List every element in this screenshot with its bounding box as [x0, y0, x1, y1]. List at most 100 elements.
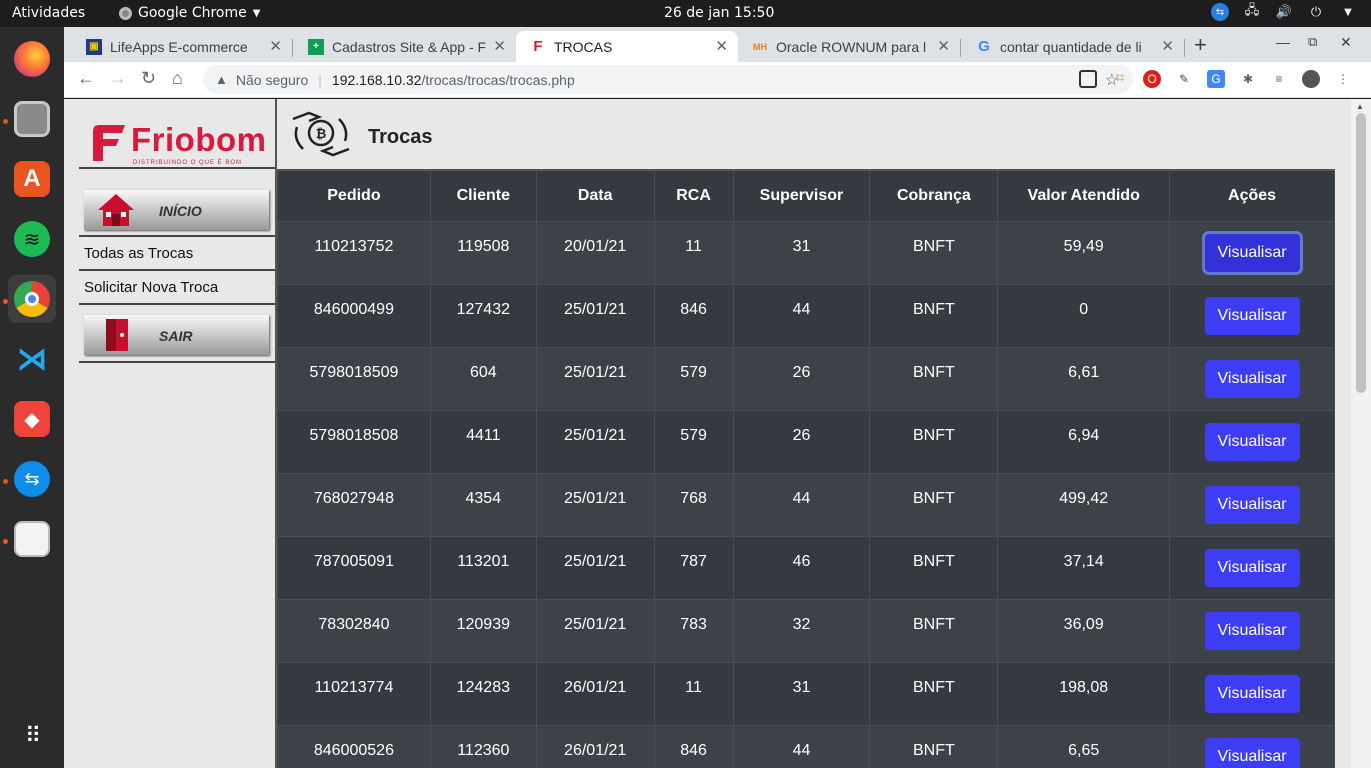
home-icon[interactable]: ⌂ [172, 68, 183, 89]
table-cell: 120939 [429, 598, 537, 663]
table-cell: 36,09 [997, 598, 1171, 663]
table-cell: 768 [653, 472, 734, 537]
table-cell-actions: Visualisar [1169, 220, 1335, 285]
divider [79, 303, 275, 305]
firefox-icon [14, 41, 50, 77]
dock: A ≋ ⋊ ◆ ⇆ ⠿ [0, 27, 64, 768]
dock-show-apps[interactable]: ⠿ [8, 712, 56, 760]
dock-firefox[interactable] [8, 35, 56, 83]
close-icon[interactable]: ✕ [493, 37, 506, 55]
close-window-button[interactable]: ✕ [1340, 34, 1352, 51]
power-icon[interactable]: ⏻ [1307, 3, 1325, 21]
house-icon [98, 194, 134, 226]
page-scrollbar[interactable]: ▲ [1351, 99, 1371, 768]
tab-lifeapps[interactable]: ▣ LifeApps E-commerce ✕ [72, 31, 292, 62]
scrollbar-thumb[interactable] [1356, 113, 1366, 393]
visualizar-button[interactable]: Visualisar [1204, 737, 1300, 768]
home-button[interactable]: INÍCIO [84, 190, 269, 230]
column-header[interactable]: Valor Atendido [997, 169, 1171, 222]
visualizar-button[interactable]: Visualisar [1204, 422, 1300, 461]
activities-button[interactable]: Atividades [12, 5, 85, 21]
minimize-button[interactable]: — [1276, 34, 1290, 50]
visualizar-button[interactable]: Visualisar [1204, 611, 1300, 650]
table-cell-actions: Visualisar [1169, 283, 1335, 348]
divider [79, 235, 275, 237]
tab-oracle[interactable]: MH Oracle ROWNUM para l ✕ [738, 31, 960, 62]
scroll-up-arrow-icon[interactable]: ▲ [1356, 102, 1364, 111]
dock-document-viewer[interactable] [8, 515, 56, 563]
teamviewer-icon: ⇆ [14, 461, 50, 497]
clock[interactable]: 26 de jan 15:50 [664, 5, 774, 21]
table-cell: 26/01/21 [535, 724, 655, 768]
translate-icon[interactable]: G [1207, 70, 1225, 88]
table-cell: 787005091 [277, 535, 431, 600]
link-solicitar-nova-troca[interactable]: Solicitar Nova Troca [84, 279, 218, 296]
column-header[interactable]: Cliente [429, 169, 537, 222]
crop-icon[interactable]: ⌗ [1111, 70, 1129, 88]
close-icon[interactable]: ✕ [937, 37, 950, 55]
volume-icon[interactable]: 🔊 [1275, 3, 1293, 21]
screen-capture-icon[interactable] [1079, 70, 1097, 88]
visualizar-button[interactable]: Visualisar [1204, 548, 1300, 587]
table-cell: 5798018509 [277, 346, 431, 411]
dock-chrome[interactable] [8, 275, 56, 323]
media-queue-icon[interactable]: ≡ [1270, 70, 1288, 88]
app-menu[interactable]: Google Chrome ▼ [119, 5, 260, 21]
exchange-money-icon: ₿ [292, 111, 350, 157]
column-header[interactable]: Cobrança [869, 169, 999, 222]
column-header[interactable]: Data [535, 169, 655, 222]
maximize-button[interactable]: ⧉ [1308, 34, 1317, 50]
column-header[interactable]: Ações [1169, 169, 1335, 222]
reload-icon[interactable]: ↻ [141, 68, 156, 89]
dock-vscode[interactable]: ⋊ [8, 335, 56, 383]
table-cell: 198,08 [997, 661, 1171, 726]
new-tab-button[interactable]: + [1194, 32, 1207, 58]
warning-icon[interactable]: ▲ [215, 72, 228, 87]
visualizar-button[interactable]: Visualisar [1204, 359, 1300, 398]
teamviewer-tray-icon[interactable]: ⇆ [1211, 3, 1229, 21]
close-icon[interactable]: ✕ [1161, 37, 1174, 55]
visualizar-button[interactable]: Visualisar [1204, 674, 1300, 713]
address-bar[interactable]: ▲ Não seguro | 192.168.10.32/trocas/troc… [203, 65, 1133, 94]
visualizar-button[interactable]: Visualisar [1204, 485, 1300, 524]
friobom-logo[interactable]: Friobom DISTRIBUINDO O QUE É BOM [89, 117, 269, 171]
dock-teamviewer[interactable]: ⇆ [8, 455, 56, 503]
forward-arrow-icon[interactable]: → [109, 68, 127, 89]
table-row: 768027948 4354 25/01/21 768 44 BNFT 499,42 Visu… [277, 472, 1335, 537]
caret-down-icon: ▼ [252, 7, 261, 19]
tab-cadastros[interactable]: + Cadastros Site & App - F ✕ [294, 31, 516, 62]
dock-files[interactable] [8, 95, 56, 143]
table-cell: 846000526 [277, 724, 431, 768]
back-arrow-icon[interactable]: ← [77, 68, 95, 89]
exit-button[interactable]: SAIR [84, 315, 269, 355]
table-row: 846000526 112360 26/01/21 846 44 BNFT 6,65 Visu… [277, 724, 1335, 768]
table-cell: 4354 [429, 472, 537, 537]
column-header[interactable]: Supervisor [732, 169, 871, 222]
tab-trocas[interactable]: F TROCAS ✕ [516, 31, 738, 62]
tab-contar[interactable]: G contar quantidade de li ✕ [962, 31, 1184, 62]
home-button-label: INÍCIO [159, 203, 202, 219]
dock-anydesk[interactable]: ◆ [8, 395, 56, 443]
link-todas-as-trocas[interactable]: Todas as Trocas [84, 245, 193, 262]
dock-software[interactable]: A [8, 155, 56, 203]
avatar[interactable] [1302, 70, 1320, 88]
chevron-down-icon[interactable]: ▼ [1339, 3, 1357, 21]
table-cell: 44 [732, 472, 871, 537]
network-icon[interactable]: 🖧 [1243, 3, 1261, 21]
visualizar-button[interactable]: Visualisar [1204, 296, 1300, 335]
dock-spotify[interactable]: ≋ [8, 215, 56, 263]
close-icon[interactable]: ✕ [269, 37, 282, 55]
column-header[interactable]: Pedido [277, 169, 431, 222]
url-host: 192.168.10.32 [331, 71, 422, 88]
chrome-small-icon [119, 6, 132, 20]
opera-extension-icon[interactable]: O [1143, 70, 1161, 88]
extensions-puzzle-icon[interactable]: ✱ [1239, 70, 1257, 88]
color-picker-icon[interactable]: ✎ [1175, 70, 1193, 88]
kebab-menu-icon[interactable]: ⋮ [1334, 70, 1352, 88]
visualizar-button[interactable]: Visualisar [1204, 233, 1300, 272]
security-status[interactable]: Não seguro [236, 72, 308, 88]
close-icon[interactable]: ✕ [715, 37, 728, 55]
divider: | [318, 71, 322, 88]
column-header[interactable]: RCA [653, 169, 734, 222]
system-tray[interactable]: ⇆ 🖧 🔊 ⏻ ▼ [1211, 3, 1357, 21]
